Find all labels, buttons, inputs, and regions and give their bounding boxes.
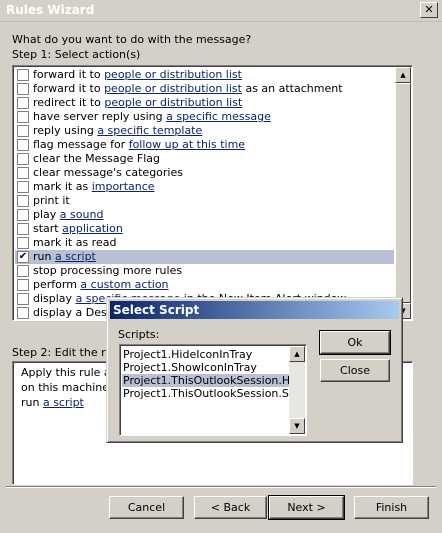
action-text: redirect it to bbox=[33, 96, 105, 109]
action-link[interactable]: importance bbox=[92, 180, 155, 193]
action-checkbox[interactable] bbox=[17, 209, 29, 221]
select-script-dialog: Select Script Scripts: Project1.HideIcon… bbox=[106, 297, 403, 443]
action-row[interactable]: start application bbox=[15, 222, 394, 236]
action-link[interactable]: a script bbox=[55, 250, 96, 263]
finish-button[interactable]: Finish bbox=[354, 496, 429, 519]
action-checkbox[interactable] bbox=[17, 139, 29, 151]
separator bbox=[6, 486, 436, 488]
close-button[interactable]: Close bbox=[320, 359, 390, 382]
action-text: clear message's categories bbox=[33, 166, 183, 179]
action-checkbox[interactable] bbox=[17, 307, 29, 319]
action-text: perform bbox=[33, 278, 81, 291]
action-text: mark it as read bbox=[33, 236, 117, 249]
action-row[interactable]: stop processing more rules bbox=[15, 264, 394, 278]
action-checkbox[interactable]: ✔ bbox=[17, 251, 29, 263]
question-label: What do you want to do with the message? bbox=[12, 33, 252, 46]
script-item[interactable]: Project1.ShowIconInTray bbox=[122, 361, 289, 374]
close-icon[interactable]: ✕ bbox=[420, 2, 438, 18]
action-text: display bbox=[33, 292, 76, 305]
scroll-up-icon[interactable]: ▲ bbox=[395, 67, 411, 83]
title-bar: Rules Wizard ✕ bbox=[0, 0, 442, 22]
action-row[interactable]: reply using a specific template bbox=[15, 124, 394, 138]
actions-list[interactable]: forward it to people or distribution lis… bbox=[12, 65, 413, 321]
action-text: forward it to bbox=[33, 82, 105, 95]
step1-label: Step 1: Select action(s) bbox=[12, 48, 141, 61]
script-item[interactable]: Project1.ThisOutlookSession.HideN bbox=[122, 374, 289, 387]
action-checkbox[interactable] bbox=[17, 265, 29, 277]
window-title: Rules Wizard bbox=[6, 3, 95, 17]
action-text: run bbox=[33, 250, 55, 263]
action-text: print it bbox=[33, 194, 70, 207]
action-checkbox[interactable] bbox=[17, 167, 29, 179]
action-text: flag message for bbox=[33, 138, 129, 151]
action-text: have server reply using bbox=[33, 110, 167, 123]
action-checkbox[interactable] bbox=[17, 153, 29, 165]
action-link[interactable]: application bbox=[62, 222, 123, 235]
action-checkbox[interactable] bbox=[17, 181, 29, 193]
action-checkbox[interactable] bbox=[17, 83, 29, 95]
back-button[interactable]: < Back bbox=[194, 496, 267, 519]
action-link[interactable]: people or distribution list bbox=[104, 96, 242, 109]
action-text: start bbox=[33, 222, 63, 235]
action-link[interactable]: a specific message bbox=[166, 110, 271, 123]
action-checkbox[interactable] bbox=[17, 237, 29, 249]
action-row[interactable]: mark it as read bbox=[15, 236, 394, 250]
action-link[interactable]: people or distribution list bbox=[104, 82, 242, 95]
action-checkbox[interactable] bbox=[17, 111, 29, 123]
action-row[interactable]: clear the Message Flag bbox=[15, 152, 394, 166]
actions-scrollbar[interactable]: ▲ ▼ bbox=[395, 67, 411, 319]
action-link[interactable]: follow up at this time bbox=[129, 138, 245, 151]
scripts-scroll-down-icon[interactable]: ▼ bbox=[289, 418, 305, 434]
actions-list-rows: forward it to people or distribution lis… bbox=[15, 68, 394, 320]
action-checkbox[interactable] bbox=[17, 69, 29, 81]
action-checkbox[interactable] bbox=[17, 195, 29, 207]
script-item[interactable]: Project1.HideIconInTray bbox=[122, 348, 289, 361]
a-script-link[interactable]: a script bbox=[43, 396, 84, 409]
action-text: mark it as bbox=[33, 180, 92, 193]
action-row[interactable]: clear message's categories bbox=[15, 166, 394, 180]
action-checkbox[interactable] bbox=[17, 279, 29, 291]
ok-button[interactable]: Ok bbox=[319, 330, 391, 355]
action-row[interactable]: forward it to people or distribution lis… bbox=[15, 82, 394, 96]
next-button[interactable]: Next > bbox=[268, 495, 345, 520]
scroll-thumb[interactable] bbox=[395, 83, 411, 303]
action-checkbox[interactable] bbox=[17, 97, 29, 109]
action-text: reply using bbox=[33, 124, 98, 137]
action-row[interactable]: mark it as importance bbox=[15, 180, 394, 194]
action-link[interactable]: a specific template bbox=[97, 124, 202, 137]
action-link[interactable]: a custom action bbox=[80, 278, 168, 291]
action-checkbox[interactable] bbox=[17, 223, 29, 235]
action-checkbox[interactable] bbox=[17, 293, 29, 305]
action-text: as an attachment bbox=[241, 82, 343, 95]
action-row[interactable]: perform a custom action bbox=[15, 278, 394, 292]
action-row[interactable]: print it bbox=[15, 194, 394, 208]
action-text: forward it to bbox=[33, 68, 105, 81]
scripts-label: Scripts: bbox=[118, 328, 160, 341]
description-run-text: run bbox=[21, 396, 43, 409]
scripts-list[interactable]: Project1.HideIconInTray Project1.ShowIcon… bbox=[119, 344, 307, 436]
action-checkbox[interactable] bbox=[17, 125, 29, 137]
action-text: stop processing more rules bbox=[33, 264, 183, 277]
cancel-button[interactable]: Cancel bbox=[109, 496, 184, 519]
action-text: clear the Message Flag bbox=[33, 152, 160, 165]
action-row[interactable]: flag message for follow up at this time bbox=[15, 138, 394, 152]
action-row[interactable]: forward it to people or distribution lis… bbox=[15, 68, 394, 82]
description-line3: run a script bbox=[21, 396, 84, 409]
scripts-scrollbar[interactable]: ▲ ▼ bbox=[289, 346, 305, 434]
scripts-scroll-up-icon[interactable]: ▲ bbox=[289, 346, 305, 362]
dialog-title-bar: Select Script bbox=[110, 301, 399, 319]
action-link[interactable]: people or distribution list bbox=[104, 68, 242, 81]
dialog-title: Select Script bbox=[113, 303, 200, 317]
action-text: play bbox=[33, 208, 60, 221]
action-row[interactable]: have server reply using a specific messa… bbox=[15, 110, 394, 124]
action-row[interactable]: redirect it to people or distribution li… bbox=[15, 96, 394, 110]
action-link[interactable]: a sound bbox=[60, 208, 104, 221]
action-row[interactable]: play a sound bbox=[15, 208, 394, 222]
action-row[interactable]: ✔ run a script bbox=[15, 250, 394, 264]
script-item[interactable]: Project1.ThisOutlookSession.ShowI bbox=[122, 387, 289, 400]
